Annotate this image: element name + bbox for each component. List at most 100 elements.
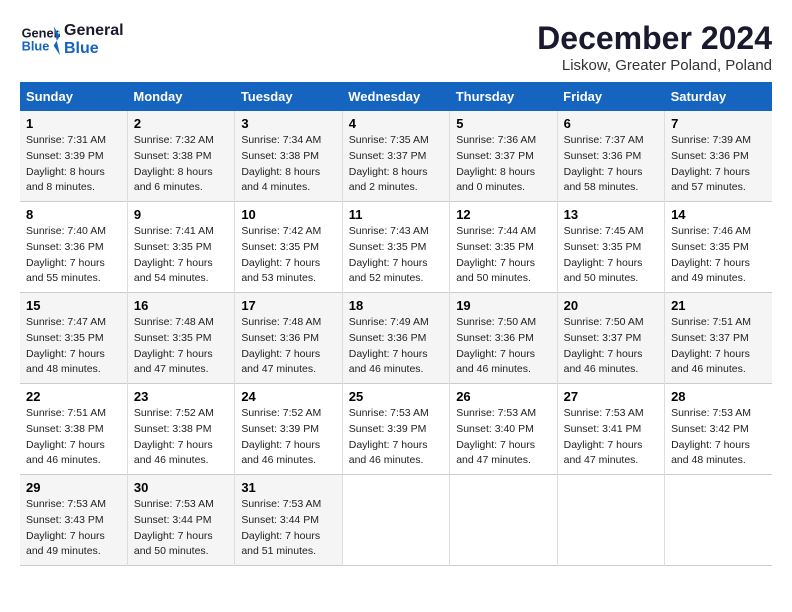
- day-number: 19: [456, 298, 550, 313]
- day-info: Sunrise: 7:53 AMSunset: 3:42 PMDaylight:…: [671, 406, 766, 469]
- calendar-cell: 28 Sunrise: 7:53 AMSunset: 3:42 PMDayligh…: [665, 384, 772, 475]
- main-title: December 2024: [537, 20, 772, 57]
- calendar-cell: [557, 475, 664, 566]
- calendar-cell: 11Sunrise: 7:43 AMSunset: 3:35 PMDayligh…: [342, 202, 449, 293]
- day-number: 25: [349, 389, 443, 404]
- day-number: 12: [456, 207, 550, 222]
- day-info: Sunrise: 7:42 AMSunset: 3:35 PMDaylight:…: [241, 224, 335, 287]
- day-number: 28: [671, 389, 766, 404]
- calendar-cell: [665, 475, 772, 566]
- calendar-cell: 27 Sunrise: 7:53 AMSunset: 3:41 PMDayligh…: [557, 384, 664, 475]
- calendar-cell: 23Sunrise: 7:52 AMSunset: 3:38 PMDayligh…: [127, 384, 234, 475]
- day-number: 14: [671, 207, 766, 222]
- day-number: 3: [241, 116, 335, 131]
- day-info: Sunrise: 7:47 AMSunset: 3:35 PMDaylight:…: [26, 315, 121, 378]
- calendar-cell: 24 Sunrise: 7:52 AMSunset: 3:39 PMDayligh…: [235, 384, 342, 475]
- day-info: Sunrise: 7:43 AMSunset: 3:35 PMDaylight:…: [349, 224, 443, 287]
- day-info: Sunrise: 7:53 AMSunset: 3:44 PMDaylight:…: [134, 497, 228, 560]
- day-info: Sunrise: 7:53 AMSunset: 3:44 PMDaylight:…: [241, 497, 335, 560]
- day-number: 21: [671, 298, 766, 313]
- logo-icon: General Blue: [20, 20, 60, 60]
- calendar-cell: 22 Sunrise: 7:51 AMSunset: 3:38 PMDayligh…: [20, 384, 127, 475]
- day-number: 2: [134, 116, 228, 131]
- day-number: 18: [349, 298, 443, 313]
- day-info: Sunrise: 7:46 AMSunset: 3:35 PMDaylight:…: [671, 224, 766, 287]
- day-info: Sunrise: 7:44 AMSunset: 3:35 PMDaylight:…: [456, 224, 550, 287]
- day-number: 22: [26, 389, 121, 404]
- week-row-2: 8 Sunrise: 7:40 AMSunset: 3:36 PMDaylight…: [20, 202, 772, 293]
- svg-text:Blue: Blue: [22, 38, 50, 53]
- calendar-cell: 9 Sunrise: 7:41 AMSunset: 3:35 PMDaylight…: [127, 202, 234, 293]
- calendar-cell: 6 Sunrise: 7:37 AMSunset: 3:36 PMDaylight…: [557, 111, 664, 202]
- calendar-cell: 21 Sunrise: 7:51 AMSunset: 3:37 PMDayligh…: [665, 293, 772, 384]
- calendar-cell: 29Sunrise: 7:53 AMSunset: 3:43 PMDayligh…: [20, 475, 127, 566]
- day-number: 4: [349, 116, 443, 131]
- day-info: Sunrise: 7:35 AMSunset: 3:37 PMDaylight:…: [349, 133, 443, 196]
- day-info: Sunrise: 7:48 AMSunset: 3:36 PMDaylight:…: [241, 315, 335, 378]
- logo: General Blue General Blue: [20, 20, 124, 60]
- day-info: Sunrise: 7:50 AMSunset: 3:37 PMDaylight:…: [564, 315, 658, 378]
- day-number: 16: [134, 298, 228, 313]
- day-number: 20: [564, 298, 658, 313]
- calendar-cell: 4 Sunrise: 7:35 AMSunset: 3:37 PMDaylight…: [342, 111, 449, 202]
- calendar-cell: 12 Sunrise: 7:44 AMSunset: 3:35 PMDayligh…: [450, 202, 557, 293]
- day-number: 6: [564, 116, 658, 131]
- title-area: December 2024 Liskow, Greater Poland, Po…: [537, 20, 772, 74]
- day-info: Sunrise: 7:52 AMSunset: 3:38 PMDaylight:…: [134, 406, 228, 469]
- calendar-cell: 3 Sunrise: 7:34 AMSunset: 3:38 PMDaylight…: [235, 111, 342, 202]
- day-info: Sunrise: 7:41 AMSunset: 3:35 PMDaylight:…: [134, 224, 228, 287]
- header-day-friday: Friday: [557, 82, 664, 111]
- calendar-cell: 16 Sunrise: 7:48 AMSunset: 3:35 PMDayligh…: [127, 293, 234, 384]
- day-number: 8: [26, 207, 121, 222]
- day-number: 17: [241, 298, 335, 313]
- day-info: Sunrise: 7:51 AMSunset: 3:38 PMDaylight:…: [26, 406, 121, 469]
- week-row-5: 29Sunrise: 7:53 AMSunset: 3:43 PMDayligh…: [20, 475, 772, 566]
- day-number: 1: [26, 116, 121, 131]
- day-number: 31: [241, 480, 335, 495]
- calendar-cell: 25Sunrise: 7:53 AMSunset: 3:39 PMDayligh…: [342, 384, 449, 475]
- calendar-cell: 2Sunrise: 7:32 AMSunset: 3:38 PMDaylight…: [127, 111, 234, 202]
- calendar-cell: 1 Sunrise: 7:31 AMSunset: 3:39 PMDaylight…: [20, 111, 127, 202]
- day-number: 27: [564, 389, 658, 404]
- header-row: SundayMondayTuesdayWednesdayThursdayFrid…: [20, 82, 772, 111]
- calendar-cell: 19 Sunrise: 7:50 AMSunset: 3:36 PMDayligh…: [450, 293, 557, 384]
- calendar-cell: [342, 475, 449, 566]
- header-day-tuesday: Tuesday: [235, 82, 342, 111]
- day-info: Sunrise: 7:53 AMSunset: 3:43 PMDaylight:…: [26, 497, 121, 560]
- day-number: 5: [456, 116, 550, 131]
- subtitle: Liskow, Greater Poland, Poland: [537, 57, 772, 74]
- header-day-wednesday: Wednesday: [342, 82, 449, 111]
- logo-line1: General: [64, 22, 124, 40]
- logo-line2: Blue: [64, 40, 124, 58]
- day-info: Sunrise: 7:53 AMSunset: 3:41 PMDaylight:…: [564, 406, 658, 469]
- day-number: 26: [456, 389, 550, 404]
- day-info: Sunrise: 7:48 AMSunset: 3:35 PMDaylight:…: [134, 315, 228, 378]
- day-info: Sunrise: 7:51 AMSunset: 3:37 PMDaylight:…: [671, 315, 766, 378]
- day-info: Sunrise: 7:50 AMSunset: 3:36 PMDaylight:…: [456, 315, 550, 378]
- header-day-sunday: Sunday: [20, 82, 127, 111]
- calendar-cell: 26Sunrise: 7:53 AMSunset: 3:40 PMDayligh…: [450, 384, 557, 475]
- day-info: Sunrise: 7:37 AMSunset: 3:36 PMDaylight:…: [564, 133, 658, 196]
- page-header: General Blue General Blue December 2024 …: [20, 20, 772, 74]
- header-day-thursday: Thursday: [450, 82, 557, 111]
- day-info: Sunrise: 7:40 AMSunset: 3:36 PMDaylight:…: [26, 224, 121, 287]
- day-info: Sunrise: 7:34 AMSunset: 3:38 PMDaylight:…: [241, 133, 335, 196]
- calendar-cell: 5 Sunrise: 7:36 AMSunset: 3:37 PMDaylight…: [450, 111, 557, 202]
- calendar-table: SundayMondayTuesdayWednesdayThursdayFrid…: [20, 82, 772, 566]
- week-row-4: 22 Sunrise: 7:51 AMSunset: 3:38 PMDayligh…: [20, 384, 772, 475]
- day-number: 7: [671, 116, 766, 131]
- day-info: Sunrise: 7:39 AMSunset: 3:36 PMDaylight:…: [671, 133, 766, 196]
- day-number: 13: [564, 207, 658, 222]
- day-number: 9: [134, 207, 228, 222]
- day-info: Sunrise: 7:52 AMSunset: 3:39 PMDaylight:…: [241, 406, 335, 469]
- calendar-cell: 10Sunrise: 7:42 AMSunset: 3:35 PMDayligh…: [235, 202, 342, 293]
- header-day-monday: Monday: [127, 82, 234, 111]
- day-number: 24: [241, 389, 335, 404]
- header-day-saturday: Saturday: [665, 82, 772, 111]
- calendar-cell: 17 Sunrise: 7:48 AMSunset: 3:36 PMDayligh…: [235, 293, 342, 384]
- day-number: 30: [134, 480, 228, 495]
- day-info: Sunrise: 7:36 AMSunset: 3:37 PMDaylight:…: [456, 133, 550, 196]
- calendar-cell: 8 Sunrise: 7:40 AMSunset: 3:36 PMDaylight…: [20, 202, 127, 293]
- calendar-cell: 30 Sunrise: 7:53 AMSunset: 3:44 PMDayligh…: [127, 475, 234, 566]
- day-info: Sunrise: 7:31 AMSunset: 3:39 PMDaylight:…: [26, 133, 121, 196]
